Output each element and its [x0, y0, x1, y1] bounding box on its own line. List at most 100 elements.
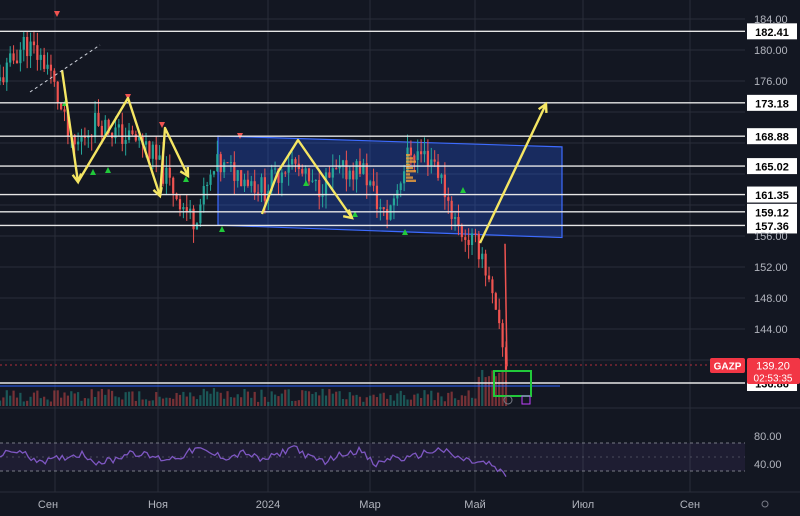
candle-body	[324, 172, 328, 196]
candle-body	[148, 141, 151, 159]
candle-body	[352, 170, 355, 180]
countdown-value: 02:53:35	[754, 374, 793, 385]
volume-bar	[175, 392, 178, 406]
candle-body	[9, 53, 12, 63]
volume-bar	[66, 395, 70, 406]
y-tick-label: 156.00	[754, 231, 788, 243]
volume-bar	[311, 393, 314, 406]
candle-body	[307, 168, 311, 182]
candle-body	[219, 154, 222, 173]
volume-bar	[338, 391, 341, 406]
rsi-tick-label: 40.00	[754, 459, 782, 471]
volume-bar	[100, 388, 103, 406]
candle-body	[155, 144, 158, 160]
candle-body	[253, 181, 256, 193]
candle-body	[440, 174, 443, 178]
current-price-value: 139.20	[756, 361, 790, 373]
volume-bar	[70, 391, 73, 406]
volume-bar	[477, 376, 480, 406]
volume-bar	[256, 401, 260, 406]
volume-bar	[155, 392, 158, 406]
candle-body	[453, 216, 457, 219]
volume-bar	[151, 400, 154, 406]
volume-bar	[498, 372, 501, 406]
volume-profile-bar	[406, 176, 413, 179]
volume-bar	[270, 391, 273, 406]
candle-body	[2, 77, 5, 83]
volume-bar	[460, 395, 463, 406]
candle-body	[60, 103, 63, 110]
volume-bar	[121, 399, 124, 406]
volume-bar	[9, 395, 12, 406]
volume-bar	[172, 398, 175, 406]
candle-body	[341, 160, 345, 166]
x-tick-label: Сен	[680, 499, 700, 511]
candle-body	[240, 170, 243, 187]
volume-bar	[87, 398, 90, 406]
volume-bar	[386, 398, 389, 406]
candle-body	[477, 233, 480, 260]
candle-body	[491, 279, 494, 294]
candle-body	[358, 161, 362, 174]
candle-body	[389, 205, 392, 220]
candle-body	[243, 179, 246, 187]
volume-bar	[141, 399, 144, 406]
volume-bar	[287, 389, 290, 406]
volume-profile-bar	[406, 154, 410, 157]
volume-bar	[436, 392, 440, 406]
volume-bar	[253, 391, 256, 406]
volume-bar	[246, 391, 250, 406]
volume-bar	[83, 398, 86, 406]
candle-body	[284, 172, 287, 174]
volume-bar	[32, 392, 36, 406]
volume-bar	[107, 389, 110, 406]
candle-body	[498, 309, 501, 324]
volume-bar	[457, 399, 460, 406]
volume-bar	[219, 392, 222, 406]
volume-bar	[182, 391, 185, 406]
volume-bar	[355, 394, 358, 406]
volume-bar	[110, 390, 114, 406]
candle-body	[263, 177, 266, 201]
candle-body	[209, 174, 212, 185]
volume-bar	[209, 393, 212, 406]
y-tick-label: 180.00	[754, 45, 788, 57]
volume-bar	[335, 391, 338, 406]
volume-bar	[124, 392, 127, 406]
candle-body	[403, 171, 406, 184]
candle-body	[311, 180, 314, 182]
volume-bar	[250, 397, 253, 406]
volume-bar	[43, 396, 46, 406]
candle-body	[290, 159, 294, 165]
candle-body	[369, 181, 372, 186]
candle-body	[63, 109, 66, 112]
volume-bar	[216, 391, 219, 406]
volume-bar	[127, 391, 131, 406]
volume-bar	[134, 400, 137, 406]
candle-body	[15, 60, 19, 64]
volume-bar	[358, 396, 362, 406]
volume-bar	[345, 399, 348, 406]
volume-bar	[307, 391, 311, 406]
volume-bar	[73, 393, 76, 406]
volume-bar	[138, 391, 141, 406]
volume-bar	[423, 390, 426, 406]
volume-bar	[117, 397, 120, 406]
candle-body	[314, 180, 317, 182]
volume-bar	[494, 376, 497, 406]
candle-body	[212, 171, 216, 175]
candle-body	[26, 36, 29, 57]
volume-bar	[365, 397, 368, 406]
volume-bar	[481, 369, 484, 406]
rsi-tick-label: 80.00	[754, 431, 782, 443]
level-label: 161.35	[755, 190, 789, 202]
chart-root[interactable]: 182.41 173.18 168.88 165.02 161.35 159.12 157.…	[0, 0, 800, 511]
candle-body	[93, 112, 97, 138]
volume-bar	[148, 400, 151, 406]
candle-body	[501, 323, 504, 348]
volume-bar	[29, 396, 32, 406]
volume-profile-bar	[406, 173, 410, 176]
volume-bar	[284, 389, 287, 406]
candle-body	[178, 199, 182, 210]
chart-canvas[interactable]: 182.41173.18168.88165.02161.35159.12157.…	[0, 0, 800, 511]
